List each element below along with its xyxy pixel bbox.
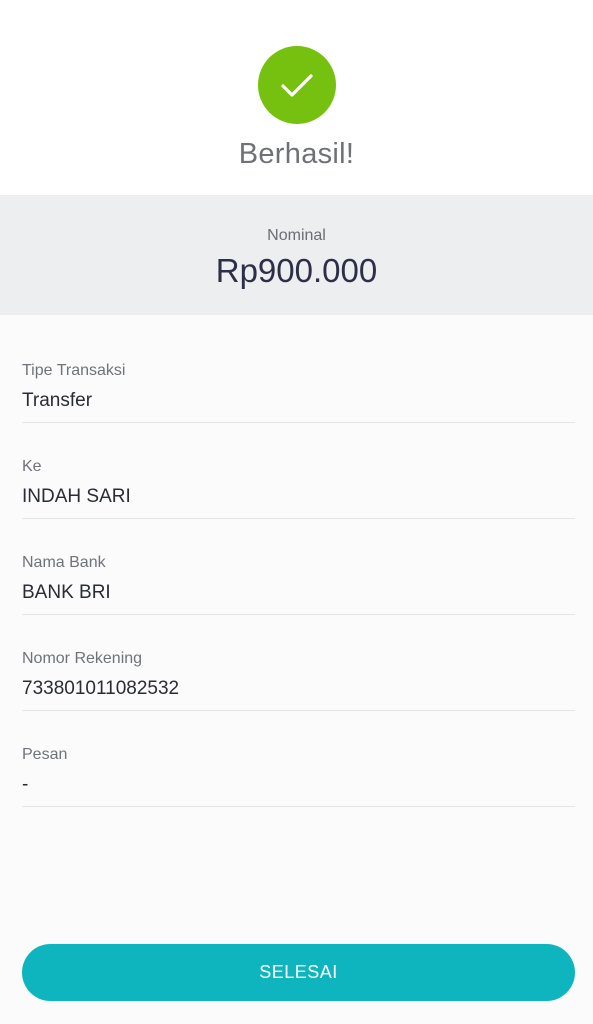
- detail-label: Pesan: [22, 746, 68, 763]
- detail-value: -: [22, 774, 29, 795]
- detail-row-transaction-type: Tipe Transaksi Transfer: [22, 327, 575, 423]
- amount-label: Nominal: [267, 227, 326, 244]
- detail-label: Nama Bank: [22, 554, 106, 571]
- detail-label: Tipe Transaksi: [22, 362, 126, 379]
- detail-row-account-number: Nomor Rekening 733801011082532: [22, 615, 575, 711]
- detail-value: INDAH SARI: [22, 486, 131, 507]
- detail-row-bank-name: Nama Bank BANK BRI: [22, 519, 575, 615]
- detail-row-message: Pesan -: [22, 711, 575, 807]
- success-header: Berhasil!: [0, 0, 593, 195]
- success-badge: [258, 46, 336, 124]
- status-title: Berhasil!: [238, 138, 355, 170]
- amount-value: Rp900.000: [215, 252, 378, 289]
- checkmark-icon: [281, 74, 313, 97]
- detail-value: 733801011082532: [22, 678, 180, 699]
- detail-value: Transfer: [22, 390, 93, 411]
- detail-label: Nomor Rekening: [22, 650, 143, 667]
- detail-row-recipient: Ke INDAH SARI: [22, 423, 575, 519]
- done-button[interactable]: SELESAI: [22, 944, 575, 1001]
- detail-value: BANK BRI: [22, 582, 111, 603]
- transaction-details: Tipe Transaksi Transfer Ke INDAH SARI Na…: [0, 315, 593, 1024]
- detail-label: Ke: [22, 458, 42, 475]
